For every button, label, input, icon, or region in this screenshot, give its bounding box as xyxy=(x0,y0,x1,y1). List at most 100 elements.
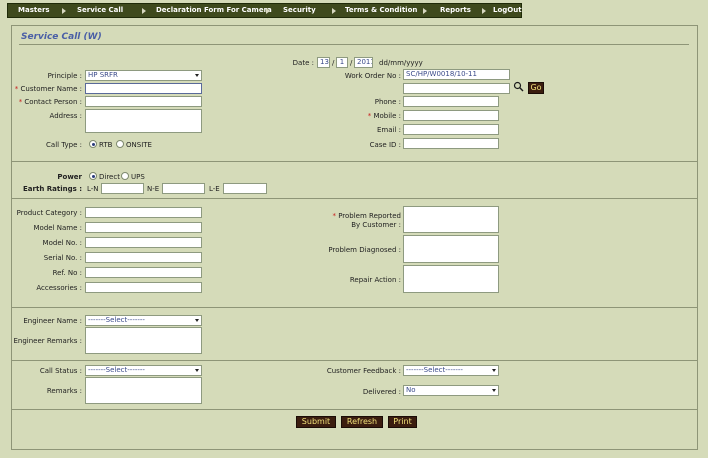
address-label: Address : xyxy=(49,112,82,120)
earth-le-label: L-E xyxy=(209,185,220,193)
menu-arrow-icon xyxy=(62,8,66,14)
title-divider xyxy=(19,44,689,45)
menu-arrow-icon xyxy=(423,8,427,14)
product-category-input[interactable] xyxy=(85,207,202,218)
principle-select[interactable]: HP SRFR xyxy=(85,70,202,81)
customer-name-text: Customer Name : xyxy=(20,85,82,93)
power-direct-radio[interactable] xyxy=(89,172,97,180)
problem-reported-label: * Problem Reported xyxy=(332,212,401,220)
model-name-input[interactable] xyxy=(85,222,202,233)
chevron-down-icon xyxy=(195,369,199,372)
call-type-label: Call Type : xyxy=(46,141,82,149)
power-ups-radio[interactable] xyxy=(121,172,129,180)
print-button[interactable]: Print xyxy=(388,416,417,428)
call-status-select[interactable]: -------Select------- xyxy=(85,365,202,376)
address-textarea[interactable] xyxy=(85,109,202,133)
customer-feedback-select[interactable]: -------Select------- xyxy=(403,365,499,376)
ref-no-label: Ref. No : xyxy=(52,269,82,277)
mobile-text: Mobile : xyxy=(373,112,401,120)
power-direct-label: Direct xyxy=(99,173,120,181)
model-no-label: Model No. : xyxy=(42,239,82,247)
power-ups-label: UPS xyxy=(131,173,145,181)
delivered-value: No xyxy=(406,386,416,394)
customer-search-input[interactable] xyxy=(403,83,510,94)
required-mark: * xyxy=(14,85,19,93)
accessories-input[interactable] xyxy=(85,282,202,293)
menu-arrow-icon xyxy=(482,8,486,14)
email-input[interactable] xyxy=(403,124,499,135)
case-id-input[interactable] xyxy=(403,138,499,149)
menu-declaration-form[interactable]: Declaration Form For Camera xyxy=(156,4,272,17)
date-separator: / xyxy=(350,59,353,67)
engineer-name-label: Engineer Name : xyxy=(23,317,82,325)
problem-reported-text: Problem Reported xyxy=(338,212,401,220)
submit-button[interactable]: Submit xyxy=(296,416,336,428)
menu-reports[interactable]: Reports xyxy=(440,4,471,17)
problem-reported-textarea[interactable] xyxy=(403,206,499,233)
phone-input[interactable] xyxy=(403,96,499,107)
product-category-label: Product Category : xyxy=(16,209,82,217)
problem-diagnosed-label: Problem Diagnosed : xyxy=(328,246,401,254)
repair-action-label: Repair Action : xyxy=(349,276,401,284)
phone-label: Phone : xyxy=(374,98,401,106)
customer-name-input[interactable] xyxy=(85,83,202,94)
section-divider xyxy=(12,307,698,308)
email-label: Email : xyxy=(376,126,401,134)
repair-action-textarea[interactable] xyxy=(403,265,499,293)
principle-label: Principle : xyxy=(47,72,82,80)
earth-ne-input[interactable] xyxy=(162,183,205,194)
menu-arrow-icon xyxy=(142,8,146,14)
engineer-name-select[interactable]: -------Select------- xyxy=(85,315,202,326)
contact-person-input[interactable] xyxy=(85,96,202,107)
go-button[interactable]: Go xyxy=(528,82,544,94)
required-mark: * xyxy=(332,212,336,220)
power-label: Power xyxy=(57,173,82,181)
work-order-input[interactable]: SC/HP/W0018/10-11 xyxy=(403,69,510,80)
remarks-textarea[interactable] xyxy=(85,377,202,404)
model-no-input[interactable] xyxy=(85,237,202,248)
call-status-label: Call Status : xyxy=(39,367,82,375)
date-year-input[interactable]: 2011 xyxy=(354,57,373,68)
customer-name-label: * Customer Name : xyxy=(15,85,82,93)
menu-service-call[interactable]: Service Call xyxy=(77,4,123,17)
date-day-input[interactable]: 13 xyxy=(317,57,330,68)
call-type-onsite-radio[interactable] xyxy=(116,140,124,148)
menu-security[interactable]: Security xyxy=(283,4,316,17)
service-call-panel: Service Call (W) Date : 13 / 1 / 2011 dd… xyxy=(11,25,698,450)
menu-terms[interactable]: Terms & Condition xyxy=(345,4,417,17)
date-format-hint: dd/mm/yyyy xyxy=(379,59,423,67)
call-type-rtb-radio[interactable] xyxy=(89,140,97,148)
date-label: Date : xyxy=(292,59,314,67)
refresh-button[interactable]: Refresh xyxy=(341,416,383,428)
call-status-value: -------Select------- xyxy=(88,366,145,374)
mobile-input[interactable] xyxy=(403,110,499,121)
work-order-label: Work Order No : xyxy=(344,72,401,80)
search-icon[interactable] xyxy=(513,81,524,92)
chevron-down-icon xyxy=(195,74,199,77)
call-type-rtb-label: RTB xyxy=(99,141,113,149)
menu-masters[interactable]: Masters xyxy=(18,4,50,17)
engineer-remarks-textarea[interactable] xyxy=(85,327,202,354)
model-name-label: Model Name : xyxy=(33,224,82,232)
engineer-remarks-label: Engineer Remarks : xyxy=(13,337,82,345)
remarks-label: Remarks : xyxy=(46,387,82,395)
chevron-down-icon xyxy=(492,369,496,372)
mobile-label: * Mobile : xyxy=(368,112,401,120)
section-divider xyxy=(12,161,698,162)
serial-no-input[interactable] xyxy=(85,252,202,263)
customer-feedback-value: -------Select------- xyxy=(406,366,463,374)
earth-ln-input[interactable] xyxy=(101,183,144,194)
ref-no-input[interactable] xyxy=(85,267,202,278)
section-divider xyxy=(12,198,698,199)
problem-diagnosed-textarea[interactable] xyxy=(403,235,499,263)
date-separator: / xyxy=(332,59,335,67)
engineer-name-value: -------Select------- xyxy=(88,316,145,324)
date-month-input[interactable]: 1 xyxy=(336,57,348,68)
earth-ne-label: N-E xyxy=(147,185,160,193)
delivered-select[interactable]: No xyxy=(403,385,499,396)
menu-logout[interactable]: LogOut xyxy=(493,4,522,17)
section-divider xyxy=(12,360,698,361)
required-mark: * xyxy=(367,112,372,120)
accessories-label: Accessories : xyxy=(36,284,82,292)
earth-le-input[interactable] xyxy=(223,183,267,194)
